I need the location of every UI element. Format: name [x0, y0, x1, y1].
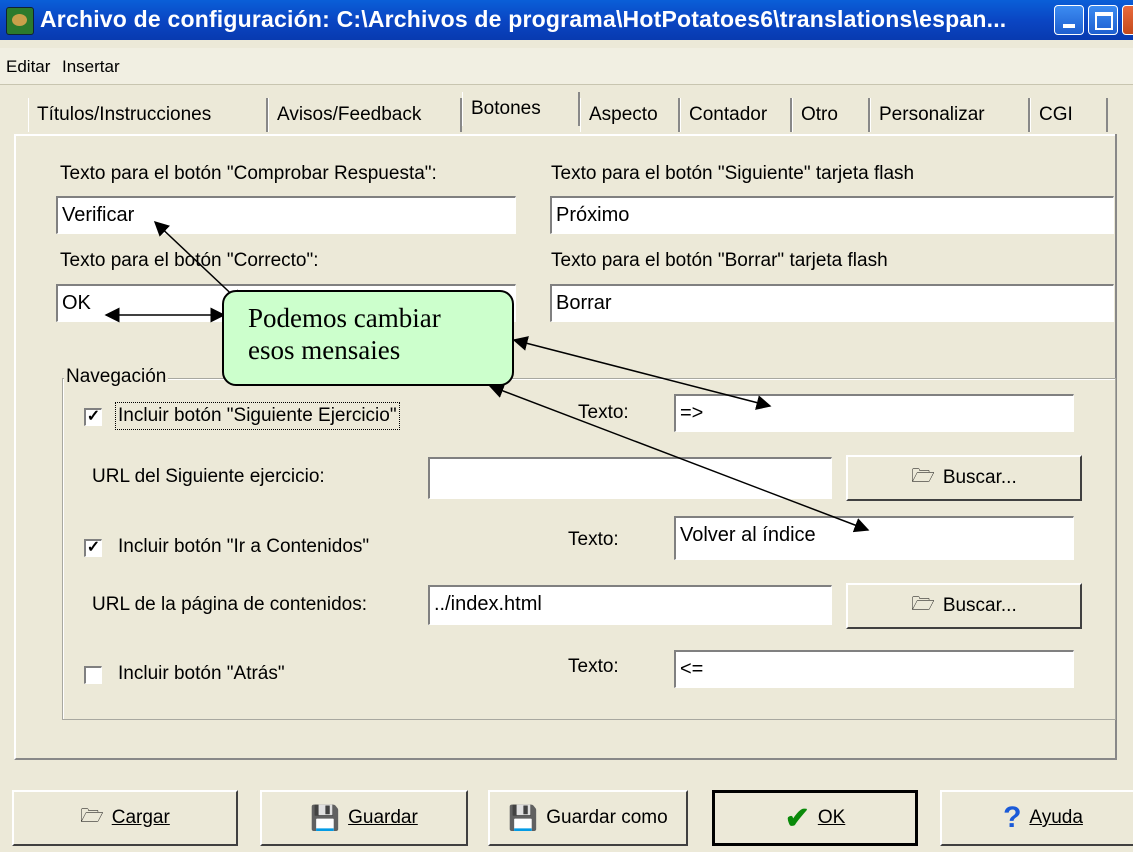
tab-avisos[interactable]: Avisos/Feedback	[268, 98, 462, 132]
correct-label: Texto para el botón "Correcto":	[60, 250, 319, 271]
tab-cgi[interactable]: CGI	[1030, 98, 1108, 132]
folder-open-icon: 🗁	[911, 594, 935, 615]
tab-botones[interactable]: Botones	[462, 92, 580, 126]
title-bar[interactable]: Archivo de configuración: C:\Archivos de…	[0, 0, 1133, 40]
next-flash-input[interactable]: Próximo	[550, 196, 1114, 234]
delete-flash-label: Texto para el botón "Borrar" tarjeta fla…	[551, 250, 888, 271]
navigation-legend: Navegación	[64, 366, 169, 388]
contents-text-input[interactable]: Volver al índice	[674, 516, 1074, 560]
next-exercise-url-label: URL del Siguiente ejercicio:	[92, 466, 325, 487]
next-flash-label: Texto para el botón "Siguiente" tarjeta …	[551, 163, 915, 184]
contents-checkbox[interactable]: ✓	[84, 539, 102, 557]
back-checkbox[interactable]	[84, 666, 102, 684]
close-button[interactable]	[1122, 5, 1133, 35]
help-question-icon: ?	[1003, 801, 1022, 834]
menu-editar[interactable]: Editar	[6, 57, 50, 77]
folder-open-icon: 🗁	[80, 806, 104, 827]
ok-button[interactable]: ✔ OK	[712, 790, 918, 846]
contents-url-input[interactable]: ../index.html	[428, 585, 832, 625]
check-answer-label: Texto para el botón "Comprobar Respuesta…	[60, 163, 437, 184]
next-exercise-url-input[interactable]	[428, 457, 832, 499]
delete-flash-input[interactable]: Borrar	[550, 284, 1114, 322]
window-title: Archivo de configuración: C:\Archivos de…	[40, 6, 1007, 32]
contents-checkbox-label[interactable]: Incluir botón "Ir a Contenidos"	[118, 536, 369, 558]
annotation-callout: Podemos cambiar esos mensaies	[222, 290, 514, 386]
contents-browse-button[interactable]: 🗁 Buscar...	[846, 583, 1082, 629]
save-button[interactable]: 💾 Guardar	[260, 790, 468, 846]
back-text-label: Texto:	[568, 656, 619, 677]
maximize-button[interactable]	[1088, 5, 1118, 35]
folder-open-icon: 🗁	[911, 466, 935, 487]
hotpotatoes-app-icon	[6, 7, 34, 35]
next-exercise-text-label: Texto:	[578, 402, 629, 423]
menu-insertar[interactable]: Insertar	[62, 57, 120, 77]
load-button[interactable]: 🗁 Cargar	[12, 790, 238, 846]
tab-contador[interactable]: Contador	[680, 98, 792, 132]
next-exercise-text-input[interactable]: =>	[674, 394, 1074, 432]
next-exercise-browse-button[interactable]: 🗁 Buscar...	[846, 455, 1082, 501]
help-button[interactable]: ? Ayuda	[940, 790, 1133, 846]
tab-aspecto[interactable]: Aspecto	[580, 98, 680, 132]
contents-text-label: Texto:	[568, 529, 619, 550]
callout-line-2: esos mensaies	[248, 335, 401, 365]
next-exercise-checkbox-label[interactable]: Incluir botón "Siguiente Ejercicio"	[115, 402, 400, 430]
check-answer-input[interactable]: Verificar	[56, 196, 516, 234]
contents-url-label: URL de la página de contenidos:	[92, 594, 367, 615]
next-exercise-checkbox[interactable]: ✓	[84, 408, 102, 426]
menu-bar: Editar Insertar	[0, 48, 1133, 85]
back-text-input[interactable]: <=	[674, 650, 1074, 688]
tab-personalizar[interactable]: Personalizar	[870, 98, 1030, 132]
tab-titulos[interactable]: Títulos/Instrucciones	[28, 98, 268, 132]
checkmark-icon: ✔	[784, 801, 810, 835]
back-checkbox-label[interactable]: Incluir botón "Atrás"	[118, 663, 285, 685]
callout-line-1: Podemos cambiar	[248, 303, 441, 333]
tab-otro[interactable]: Otro	[792, 98, 870, 132]
minimize-button[interactable]	[1054, 5, 1084, 35]
floppy-disk-icon: 💾	[310, 804, 341, 832]
save-as-icon: 💾	[508, 804, 539, 832]
save-as-button[interactable]: 💾 Guardar como	[488, 790, 688, 846]
